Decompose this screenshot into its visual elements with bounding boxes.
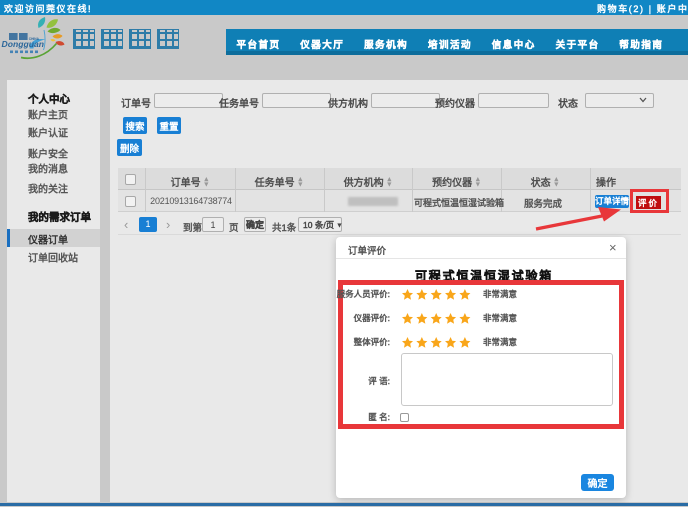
svg-text:Dongguan: Dongguan [2, 39, 44, 49]
